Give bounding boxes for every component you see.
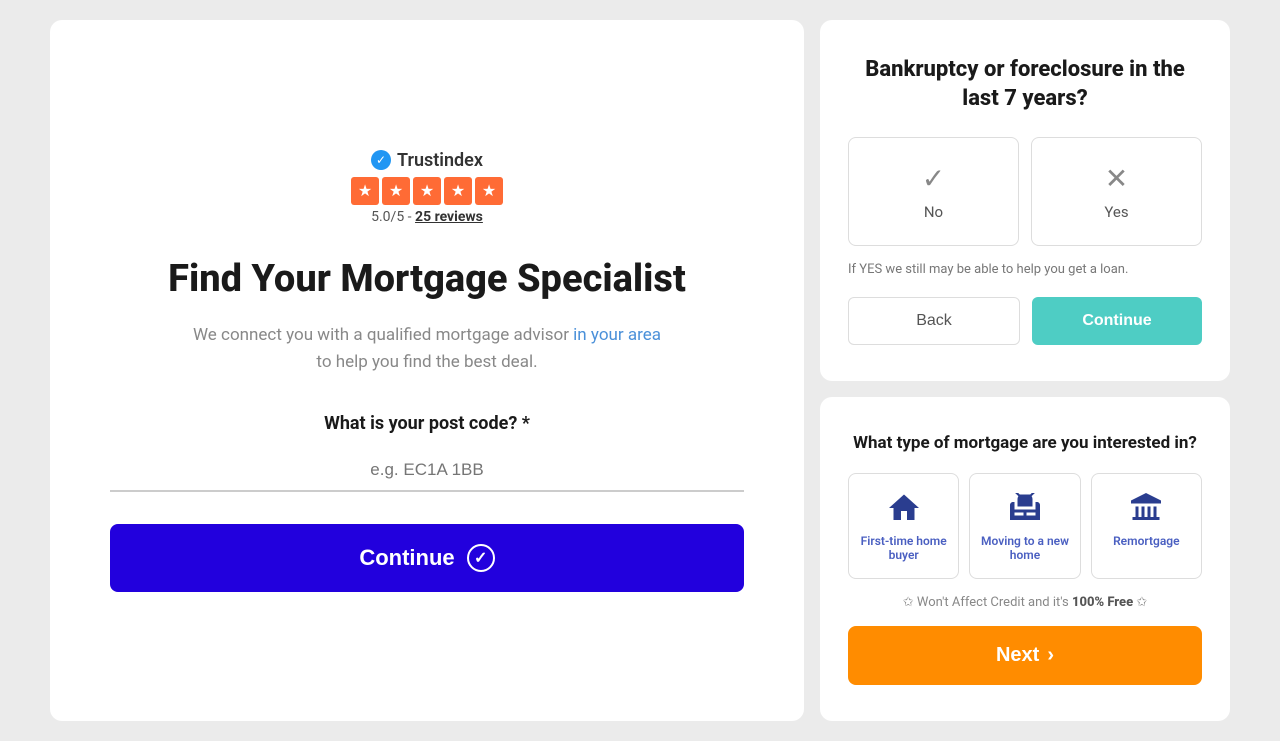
check-circle-icon: ✓ (467, 544, 495, 572)
trustindex-check-icon: ✓ (371, 150, 391, 170)
moving-house-icon (1007, 490, 1043, 526)
back-button[interactable]: Back (848, 297, 1020, 345)
yes-option[interactable]: ✕ Yes (1031, 137, 1202, 246)
main-subtitle: We connect you with a qualified mortgage… (187, 322, 667, 376)
bankruptcy-title: Bankruptcy or foreclosure in the last 7 … (848, 56, 1202, 113)
continue-button[interactable]: Continue ✓ (110, 524, 744, 592)
star-5: ★ (475, 177, 503, 205)
free-text: ✩ Won't Affect Credit and it's 100% Free… (848, 595, 1202, 610)
stars-row: ★ ★ ★ ★ ★ (351, 177, 503, 205)
mortgage-title: What type of mortgage are you interested… (848, 433, 1202, 453)
continue-label: Continue (359, 545, 454, 571)
rating-text: 5.0/5 - 25 reviews (371, 209, 483, 225)
bankruptcy-card: Bankruptcy or foreclosure in the last 7 … (820, 20, 1230, 381)
star-1: ★ (351, 177, 379, 205)
yes-label: Yes (1104, 203, 1128, 221)
first-time-house-icon (886, 490, 922, 526)
left-panel: ✓ Trustindex ★ ★ ★ ★ ★ 5.0/5 - 25 review… (50, 20, 804, 721)
highlight-text: in your area (573, 325, 661, 345)
cross-icon: ✕ (1105, 162, 1128, 195)
mortgage-options-row: First-time home buyer Moving to a new ho… (848, 473, 1202, 579)
right-panel: Bankruptcy or foreclosure in the last 7 … (820, 20, 1230, 721)
mortgage-card: What type of mortgage are you interested… (820, 397, 1230, 721)
next-arrow-icon: › (1047, 644, 1054, 667)
back-continue-row: Back Continue (848, 297, 1202, 345)
first-time-buyer-option[interactable]: First-time home buyer (848, 473, 959, 579)
trustindex-badge: ✓ Trustindex ★ ★ ★ ★ ★ 5.0/5 - 25 review… (351, 150, 503, 225)
no-option[interactable]: ✓ No (848, 137, 1019, 246)
star-4: ★ (444, 177, 472, 205)
trustindex-logo: ✓ Trustindex (371, 150, 483, 171)
first-time-label: First-time home buyer (857, 534, 950, 562)
next-button[interactable]: Next › (848, 626, 1202, 685)
star-2: ★ (382, 177, 410, 205)
main-title: Find Your Mortgage Specialist (168, 257, 686, 303)
reviews-link[interactable]: 25 reviews (415, 209, 483, 225)
postcode-input-wrapper (110, 450, 744, 492)
main-container: ✓ Trustindex ★ ★ ★ ★ ★ 5.0/5 - 25 review… (50, 20, 1230, 721)
no-label: No (924, 203, 943, 221)
moving-label: Moving to a new home (978, 534, 1071, 562)
postcode-label: What is your post code? * (110, 413, 744, 434)
bankruptcy-info: If YES we still may be able to help you … (848, 262, 1202, 277)
remortgage-label: Remortgage (1113, 534, 1180, 548)
star-3: ★ (413, 177, 441, 205)
free-bold: 100% Free (1072, 595, 1133, 610)
remortgage-option[interactable]: Remortgage (1091, 473, 1202, 579)
bankruptcy-continue-button[interactable]: Continue (1032, 297, 1202, 345)
trustindex-name: Trustindex (397, 150, 483, 171)
postcode-input[interactable] (110, 450, 744, 492)
check-icon: ✓ (922, 162, 945, 195)
remortgage-house-icon (1128, 490, 1164, 526)
moving-home-option[interactable]: Moving to a new home (969, 473, 1080, 579)
next-label: Next (996, 644, 1039, 667)
bankruptcy-options-row: ✓ No ✕ Yes (848, 137, 1202, 246)
